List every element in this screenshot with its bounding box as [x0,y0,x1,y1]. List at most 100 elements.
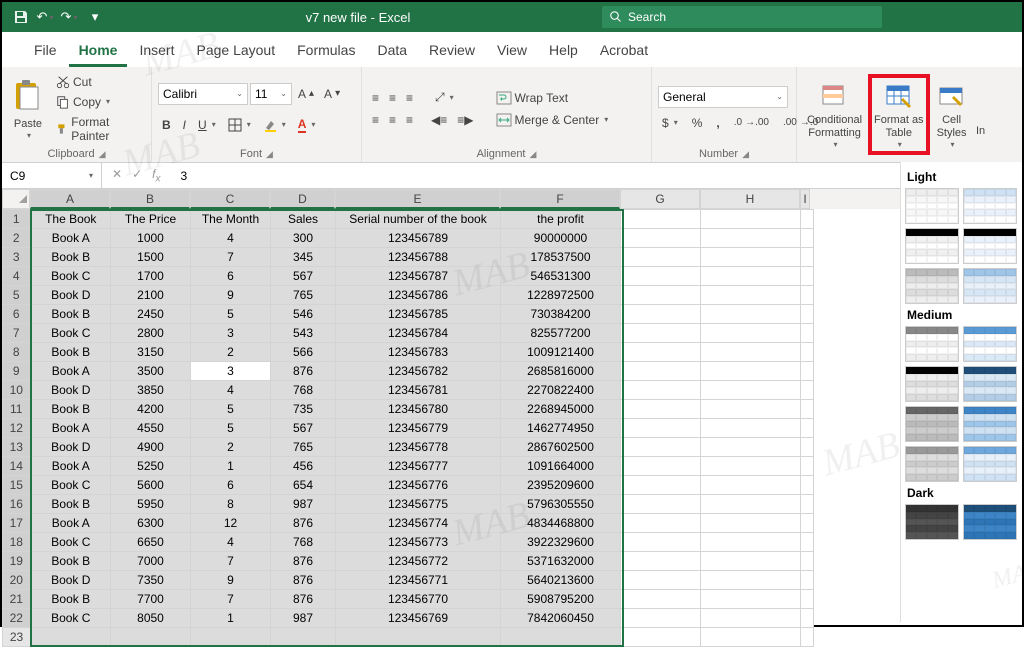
cell[interactable] [621,609,701,628]
cell[interactable]: Book D [31,438,111,457]
number-format-select[interactable]: General⌄ [658,86,788,108]
cell[interactable]: Book B [31,495,111,514]
cell[interactable] [31,628,111,647]
paste-button[interactable]: Paste▾ [8,74,48,143]
cell[interactable]: 876 [271,590,336,609]
cell[interactable] [701,343,801,362]
cell[interactable] [621,229,701,248]
row-header[interactable]: 1 [3,210,31,229]
cell[interactable] [701,229,801,248]
cell[interactable]: 4834468800 [501,514,621,533]
cell[interactable]: 2867602500 [501,438,621,457]
table-style-thumb[interactable] [963,326,1017,362]
cell[interactable] [501,628,621,647]
cell[interactable] [801,590,814,609]
border-button[interactable]: ▾ [224,116,255,134]
cell[interactable] [621,343,701,362]
cell[interactable] [801,400,814,419]
orientation-icon[interactable]: ⤢▾ [431,88,458,107]
cell[interactable]: 1000 [111,229,191,248]
cell[interactable]: 7 [191,248,271,267]
font-color-button[interactable]: A▾ [294,115,320,135]
underline-button[interactable]: U▾ [194,116,220,134]
cell[interactable] [701,419,801,438]
wrap-text-button[interactable]: Wrap Text [492,89,613,107]
cell[interactable] [191,628,271,647]
cell[interactable]: 6 [191,267,271,286]
col-header-F[interactable]: F [500,189,620,209]
search-box[interactable]: Search [602,6,882,28]
cell[interactable]: Book A [31,229,111,248]
insert-cells-button[interactable]: In [974,89,988,140]
cell[interactable]: 2100 [111,286,191,305]
undo-icon[interactable]: ↶▾ [36,8,54,26]
fx-icon[interactable]: fx [152,167,160,184]
cell[interactable]: 123456773 [336,533,501,552]
cell[interactable]: Book B [31,552,111,571]
row-header[interactable]: 19 [3,552,31,571]
decrease-indent-icon[interactable]: ◀≡ [427,111,451,129]
cell[interactable]: 546531300 [501,267,621,286]
row-header[interactable]: 12 [3,419,31,438]
cell[interactable]: 3922329600 [501,533,621,552]
table-style-thumb[interactable] [963,406,1017,442]
tab-view[interactable]: View [487,38,537,67]
col-header-I[interactable]: I [800,189,810,209]
cell[interactable] [701,305,801,324]
col-header-G[interactable]: G [620,189,700,209]
cell[interactable] [701,495,801,514]
font-size-select[interactable]: 11⌄ [250,83,292,105]
cell[interactable] [621,305,701,324]
row-header[interactable]: 11 [3,400,31,419]
cell[interactable]: 5 [191,419,271,438]
table-style-thumb[interactable] [963,228,1017,264]
table-style-thumb[interactable] [905,366,959,402]
cell[interactable]: 2685816000 [501,362,621,381]
cell[interactable]: 4 [191,381,271,400]
row-header[interactable]: 8 [3,343,31,362]
cell[interactable]: Book B [31,248,111,267]
cell[interactable]: 123456775 [336,495,501,514]
cell[interactable] [621,381,701,400]
cell[interactable]: 9 [191,571,271,590]
cell[interactable] [801,438,814,457]
font-launcher-icon[interactable]: ◢ [266,149,273,160]
save-icon[interactable] [12,8,30,26]
cell[interactable]: 123456770 [336,590,501,609]
cell[interactable] [801,533,814,552]
cell[interactable]: 876 [271,571,336,590]
cell[interactable]: 123456779 [336,419,501,438]
align-bottom-icon[interactable]: ≡ [402,88,417,107]
cell[interactable]: 5250 [111,457,191,476]
row-header[interactable]: 17 [3,514,31,533]
cell[interactable]: 123456784 [336,324,501,343]
table-style-thumb[interactable] [905,504,959,540]
cell[interactable]: 1228972500 [501,286,621,305]
font-name-select[interactable]: Calibri⌄ [158,83,248,105]
col-header-H[interactable]: H [700,189,800,209]
cell[interactable] [701,438,801,457]
cell[interactable] [801,229,814,248]
cell[interactable]: 123456783 [336,343,501,362]
cell[interactable] [621,628,701,647]
cell[interactable] [621,457,701,476]
row-header[interactable]: 14 [3,457,31,476]
cell[interactable] [621,248,701,267]
cell[interactable]: 7700 [111,590,191,609]
cell[interactable]: 7 [191,552,271,571]
row-header[interactable]: 2 [3,229,31,248]
cell[interactable] [621,476,701,495]
cell[interactable]: 123456769 [336,609,501,628]
cell[interactable]: Sales [271,210,336,229]
tab-insert[interactable]: Insert [129,38,184,67]
cell[interactable]: Book C [31,267,111,286]
decrease-font-icon[interactable]: A▾ [320,85,344,103]
cell[interactable]: The Book [31,210,111,229]
cell[interactable]: 5950 [111,495,191,514]
cell[interactable] [801,419,814,438]
table-style-thumb[interactable] [963,268,1017,304]
redo-icon[interactable]: ↷▾ [60,8,78,26]
cell[interactable]: 765 [271,438,336,457]
cell[interactable]: 123456782 [336,362,501,381]
percent-format-icon[interactable]: % [688,114,707,132]
